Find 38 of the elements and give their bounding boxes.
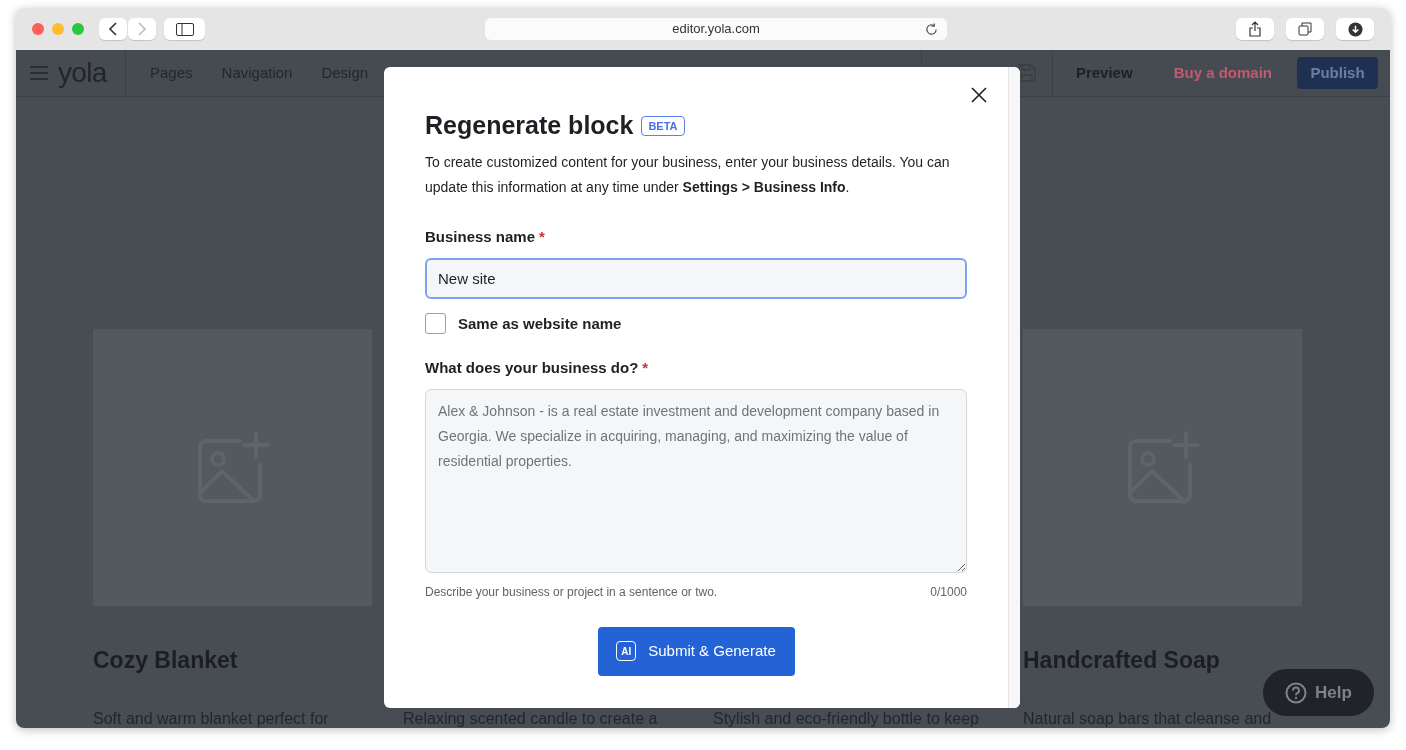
business-description-field[interactable]: Alex & Johnson - is a real estate investment and development company based in Georgia. We specialize in acquiring, managing, and maximizing the value of residential properties. (425, 388, 967, 573)
field-label: What does your business do? (425, 358, 639, 378)
reload-icon[interactable] (925, 22, 938, 36)
close-window-icon[interactable] (32, 23, 44, 35)
business-name-field[interactable]: New site (425, 257, 967, 299)
required-mark: * (642, 358, 649, 378)
ai-icon: AI (616, 641, 637, 661)
forward-icon (137, 22, 147, 36)
sidebar-button[interactable] (164, 18, 205, 40)
help-icon (1285, 681, 1308, 704)
share-button[interactable] (1236, 18, 1274, 40)
tabs-icon (1298, 22, 1312, 36)
sidebar-icon (175, 22, 194, 36)
maximize-window-icon[interactable] (72, 23, 84, 35)
help-button[interactable]: Help (1263, 669, 1374, 716)
dialog-description: To create customized content for your business, enter your business details. You can update this information at any time under Settings > Business Info. (425, 153, 951, 197)
checkbox-label: Same as website name (458, 313, 622, 334)
address-bar[interactable]: editor.yola.com (485, 18, 947, 40)
field-label: Business name (425, 227, 536, 247)
character-counter: 0/1000 (930, 583, 967, 601)
publish-button[interactable]: Publish (1297, 57, 1378, 89)
checkbox[interactable] (425, 313, 446, 335)
downloads-button[interactable] (1336, 18, 1374, 40)
menu-icon[interactable] (30, 66, 48, 80)
buy-domain-link[interactable]: Buy a domain (1173, 61, 1272, 85)
submit-button[interactable]: AI Submit & Generate (597, 626, 795, 676)
beta-badge: BETA (641, 115, 685, 137)
tabs-button[interactable] (1286, 18, 1324, 40)
back-button[interactable] (99, 18, 127, 40)
save-icon[interactable] (1017, 64, 1036, 82)
dialog-title: Regenerate block (425, 110, 634, 140)
field-hint: Describe your business or project in a sentence or two. (425, 583, 718, 601)
back-icon (108, 22, 118, 36)
share-icon (1249, 21, 1261, 37)
forward-button[interactable] (128, 18, 156, 40)
required-mark: * (539, 227, 545, 247)
download-icon (1347, 21, 1363, 37)
close-icon[interactable] (970, 86, 988, 104)
